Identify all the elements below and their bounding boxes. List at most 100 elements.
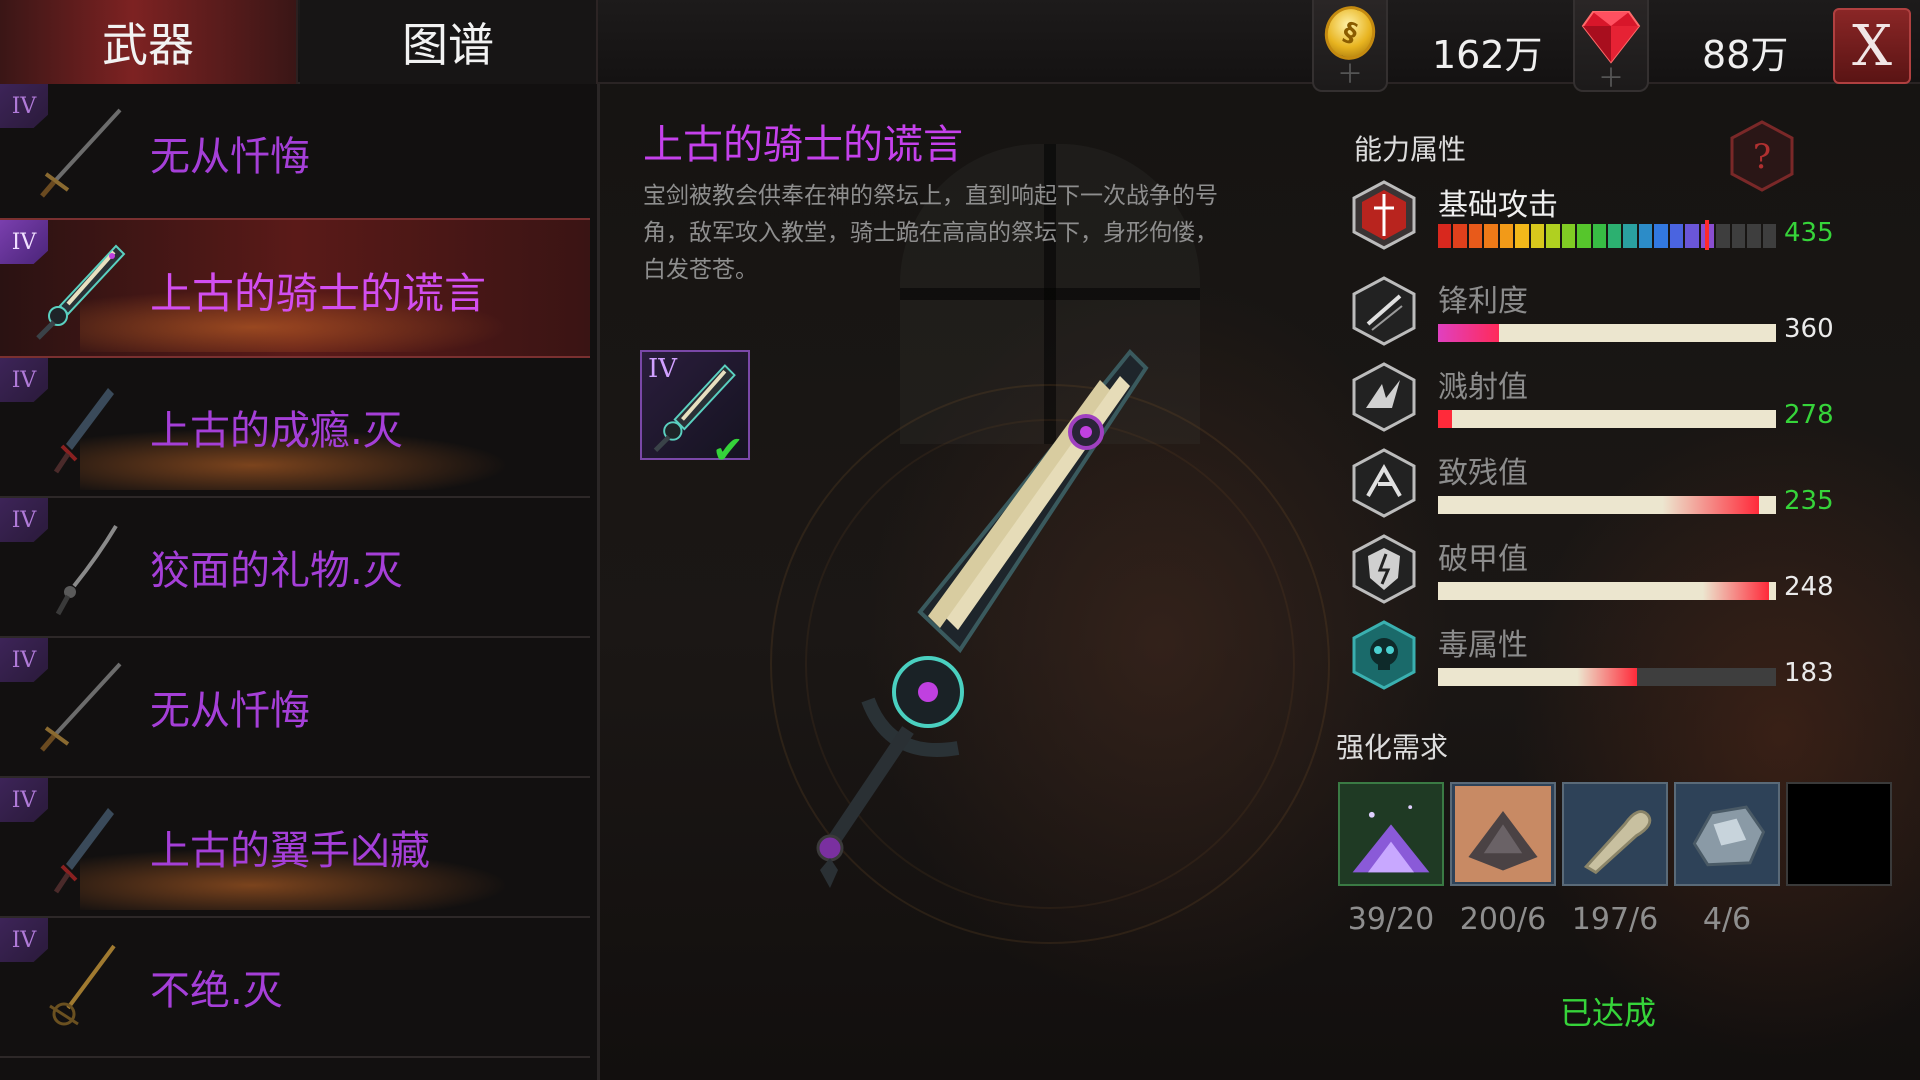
tab-codex[interactable]: 图谱 bbox=[300, 0, 598, 84]
cripple-icon bbox=[1352, 448, 1416, 518]
stat-bar bbox=[1438, 668, 1776, 686]
plus-icon: ＋ bbox=[1597, 64, 1624, 94]
stat-row-armor-break: 破甲值 248 bbox=[1352, 534, 1834, 614]
stat-row-sharpness: 锋利度 360 bbox=[1352, 276, 1834, 356]
weapon-name: 狡面的礼物.灭 bbox=[150, 548, 403, 594]
list-item[interactable]: IV 无从忏悔 bbox=[0, 638, 590, 778]
svg-text:?: ? bbox=[1753, 137, 1771, 177]
stat-label: 破甲值 bbox=[1438, 542, 1528, 577]
requirement-slot-empty bbox=[1786, 782, 1892, 886]
stat-bar-segment bbox=[1453, 224, 1467, 248]
weapon-thumb-icon bbox=[49, 944, 116, 1026]
list-item-selected[interactable]: IV 上古的骑士的谎言 bbox=[0, 218, 590, 358]
weapon-thumb-icon bbox=[55, 524, 118, 616]
splash-icon bbox=[1352, 362, 1416, 432]
close-button[interactable]: X bbox=[1833, 8, 1911, 84]
stat-bar-segment bbox=[1561, 224, 1576, 248]
weapon-name: 上古的成瘾.灭 bbox=[150, 408, 403, 454]
weapon-name: 上古的骑士的谎言 bbox=[150, 269, 487, 318]
list-item[interactable]: IV 无从忏悔 bbox=[0, 84, 590, 224]
stat-bar-segment bbox=[1654, 224, 1668, 248]
stat-bar-segment bbox=[1716, 224, 1730, 248]
weapon-thumb-icon bbox=[40, 662, 122, 752]
crystal-rock-icon bbox=[1692, 805, 1766, 867]
list-item[interactable]: IV 不绝.灭 bbox=[0, 918, 590, 1058]
weapon-list: IV 无从忏悔 IV 上古的骑士的谎言 IV 上古的成瘾.灭 IV 狡面的礼物.… bbox=[0, 84, 600, 1080]
poison-skull-icon bbox=[1352, 620, 1416, 690]
stat-bar-segment bbox=[1731, 224, 1746, 248]
stat-bar-marker bbox=[1705, 220, 1710, 250]
list-item[interactable]: IV 上古的翼手凶藏 bbox=[0, 778, 590, 918]
coin-add-button[interactable]: § ＋ bbox=[1312, 0, 1388, 92]
requirement-count: 4/6 bbox=[1702, 902, 1752, 937]
stat-bar-segment bbox=[1499, 224, 1514, 248]
stat-bar-segment bbox=[1747, 224, 1761, 248]
coin-amount: 162万 bbox=[1432, 33, 1543, 77]
stat-bar-segment bbox=[1669, 224, 1684, 248]
stat-bar-segment bbox=[1577, 224, 1591, 248]
requirement-slot[interactable] bbox=[1450, 782, 1556, 886]
requirement-count: 39/20 bbox=[1347, 902, 1435, 937]
weapon-thumb-icon bbox=[53, 388, 114, 474]
weapon-description: 宝剑被教会供奉在神的祭坛上，直到响起下一次战争的号角，敌军攻入教堂，骑士跪在高高… bbox=[643, 183, 1218, 283]
stat-value: 248 bbox=[1784, 572, 1834, 602]
stat-bar-segment bbox=[1468, 224, 1483, 248]
stat-bar-segment bbox=[1438, 224, 1452, 248]
stat-row-poison: 毒属性 183 bbox=[1352, 620, 1834, 700]
weapon-thumb-icon bbox=[40, 108, 122, 198]
stat-bar-segment bbox=[1685, 224, 1699, 248]
stat-row-cripple: 致残值 235 bbox=[1352, 448, 1834, 528]
stat-bar-segment bbox=[1484, 224, 1498, 248]
gem-add-button[interactable]: ＋ bbox=[1573, 0, 1649, 92]
weapon-name: 不绝.灭 bbox=[150, 968, 283, 1014]
weapon-name: 上古的翼手凶藏 bbox=[150, 828, 430, 874]
stat-row-splash: 溅射值 278 bbox=[1352, 362, 1834, 442]
list-item[interactable]: IV 上古的成瘾.灭 bbox=[0, 358, 590, 498]
ruby-gem-icon bbox=[1581, 11, 1641, 64]
stat-bar bbox=[1438, 410, 1776, 428]
ore-pile-icon bbox=[1455, 786, 1551, 882]
stat-row-base-attack: 基础攻击 435 bbox=[1352, 180, 1834, 260]
stat-bar-segment bbox=[1546, 224, 1560, 248]
requirement-status: 已达成 bbox=[1560, 994, 1657, 1032]
stat-value: 435 bbox=[1784, 218, 1834, 248]
weapon-title: 上古的骑士的谎言 bbox=[643, 122, 963, 168]
upgrade-requirements-title: 强化需求 bbox=[1336, 731, 1449, 764]
requirement-count: 200/6 bbox=[1459, 902, 1547, 937]
weapon-name: 无从忏悔 bbox=[150, 134, 310, 180]
stat-bar-segment bbox=[1607, 224, 1622, 248]
stat-bar-segment bbox=[1530, 224, 1545, 248]
requirement-slot[interactable] bbox=[1562, 782, 1668, 886]
stat-bar bbox=[1438, 324, 1776, 342]
sword-shield-icon bbox=[1352, 180, 1416, 250]
weapon-name: 无从忏悔 bbox=[150, 688, 310, 734]
stat-label: 毒属性 bbox=[1438, 628, 1528, 663]
check-icon: ✔ bbox=[712, 428, 744, 472]
gold-coin-icon: § bbox=[1317, 0, 1383, 67]
stat-bar-segment bbox=[1762, 224, 1776, 248]
list-item[interactable]: IV 狡面的礼物.灭 bbox=[0, 498, 590, 638]
blade-icon bbox=[1352, 276, 1416, 346]
stat-label: 锋利度 bbox=[1438, 284, 1528, 319]
rank-label: IV bbox=[648, 354, 678, 384]
stat-bar-segment bbox=[1515, 224, 1529, 248]
top-bar: 武器 图谱 § ＋ 162万 ＋ 88万 X bbox=[0, 0, 1920, 92]
stat-bar bbox=[1438, 496, 1776, 514]
stat-value: 235 bbox=[1784, 486, 1834, 516]
weapon-thumb-icon bbox=[36, 244, 126, 340]
gem-amount: 88万 bbox=[1702, 33, 1789, 77]
requirement-slot[interactable] bbox=[1338, 782, 1444, 886]
requirement-count: 197/6 bbox=[1571, 902, 1659, 937]
plus-icon: ＋ bbox=[1336, 60, 1363, 90]
stats-title: 能力属性 bbox=[1354, 133, 1467, 166]
tab-weapons[interactable]: 武器 bbox=[0, 0, 298, 84]
armor-break-icon bbox=[1352, 534, 1416, 604]
stat-bar-segment bbox=[1623, 224, 1637, 248]
stat-label: 溅射值 bbox=[1438, 370, 1528, 405]
bone-icon bbox=[1583, 810, 1652, 875]
stat-value: 360 bbox=[1784, 314, 1834, 344]
stat-label: 致残值 bbox=[1438, 456, 1528, 491]
requirement-slot[interactable] bbox=[1674, 782, 1780, 886]
weapon-thumb-icon bbox=[53, 808, 114, 894]
weapon-render bbox=[816, 349, 1149, 888]
